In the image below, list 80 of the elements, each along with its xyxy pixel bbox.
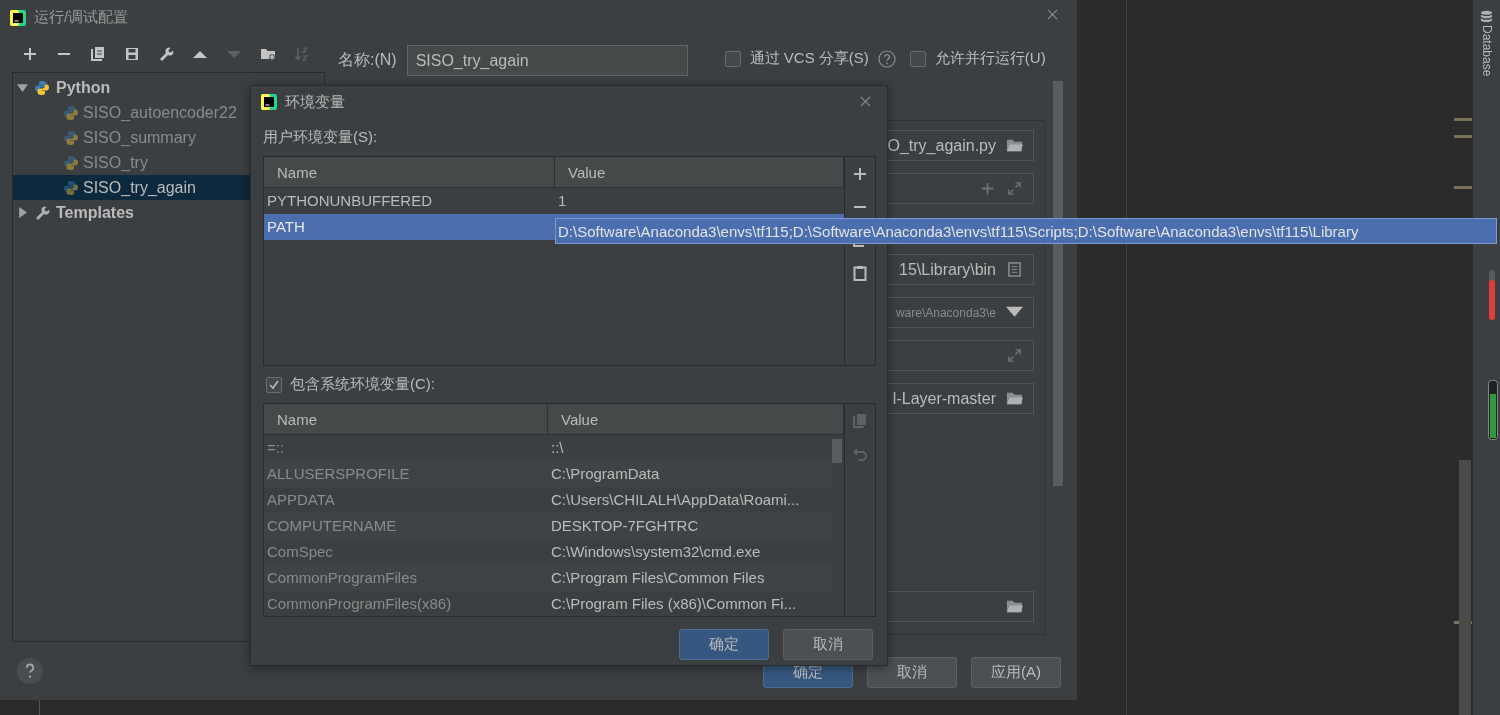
table-cell-text: C:\Program Files\Common Files <box>550 568 766 588</box>
table-cell-text: CommonProgramFiles(x86) <box>266 594 453 614</box>
checkbox-label[interactable]: 包含系统环境变量(C): <box>290 375 435 394</box>
checkbox[interactable] <box>909 50 926 67</box>
error-stripe-mark <box>1454 135 1472 138</box>
app-logo-icon <box>261 94 277 110</box>
table-cell-text: C:\Windows\system32\cmd.exe <box>550 542 762 562</box>
tree-item[interactable]: Templates <box>13 200 251 225</box>
dialog-button[interactable]: 应用(A) <box>971 657 1061 688</box>
option-label[interactable]: 通过 VCS 分享(S) <box>749 49 869 68</box>
scrollbar-thumb[interactable] <box>1459 460 1471 715</box>
app-logo-icon <box>10 9 26 26</box>
error-stripe-mark <box>1454 118 1472 121</box>
table-cell-text: COMPUTERNAME <box>266 516 398 536</box>
python-icon <box>63 129 79 146</box>
wrench-icon[interactable] <box>158 45 174 62</box>
column-header[interactable]: Name <box>264 404 548 434</box>
paste-icon[interactable] <box>852 265 868 281</box>
expand-icon[interactable] <box>1006 348 1023 363</box>
section-label: 用户环境变量(S): <box>263 128 379 147</box>
table-cell-text: C:\Users\CHILALH\AppData\Roami... <box>550 490 801 510</box>
close-icon[interactable] <box>1047 9 1058 20</box>
checkbox[interactable] <box>266 376 282 393</box>
document-icon[interactable] <box>1006 262 1023 277</box>
memory-indicator-drawing <box>1488 380 1498 440</box>
add-icon[interactable] <box>22 45 38 62</box>
ok-button[interactable]: 确定 <box>679 629 769 660</box>
table-cell-text: C:\ProgramData <box>550 464 661 484</box>
checkbox[interactable] <box>724 50 741 67</box>
table-cell-text: ::\ <box>550 438 565 458</box>
expand-arrow-icon[interactable] <box>17 207 28 218</box>
copy-icon[interactable] <box>90 45 106 62</box>
wrench-icon <box>34 204 50 221</box>
cancel-button[interactable]: 取消 <box>783 629 873 660</box>
python-icon <box>63 179 79 196</box>
table-cell-text: PATH <box>266 217 306 237</box>
error-stripe-mark <box>1454 186 1472 189</box>
dropdown-arrow-icon[interactable] <box>1006 305 1023 320</box>
scrollbar-thumb[interactable] <box>832 439 842 463</box>
tree-item[interactable]: SISO_summary <box>13 125 251 150</box>
table-cell-text: ComSpec <box>266 542 334 562</box>
tree-item[interactable]: Python <box>13 75 251 100</box>
window-title: 运行/调试配置 <box>34 8 129 27</box>
table-row[interactable]: PYTHONUNBUFFERED 1 <box>264 188 844 214</box>
value-editor-field[interactable]: D:\Software\Anaconda3\envs\tf115;D:\Software\Anaconda3\envs\tf115\Scripts;D:\Software\Anaconda3\envs\tf115\Library <box>555 218 1497 244</box>
help-icon[interactable] <box>877 49 896 68</box>
dialog-title: 环境变量 <box>285 92 345 112</box>
collapse-arrow-icon[interactable] <box>17 82 28 93</box>
folder-icon[interactable] <box>1006 391 1023 406</box>
close-icon[interactable] <box>860 96 871 107</box>
table-cell-text: 1 <box>557 191 568 211</box>
python-icon <box>34 79 50 96</box>
python-icon <box>63 104 79 121</box>
add-icon[interactable] <box>852 166 868 182</box>
expand-icon[interactable] <box>1006 181 1023 196</box>
folder-icon[interactable] <box>1006 138 1023 153</box>
python-icon <box>63 154 79 171</box>
column-header[interactable]: Value <box>555 157 844 187</box>
name-label: 名称:(N) <box>338 50 397 70</box>
table-cell-text: DESKTOP-7FGHTRC <box>550 516 700 536</box>
dialog-button[interactable]: 取消 <box>867 657 957 688</box>
name-field[interactable]: SISO_try_again <box>406 45 688 76</box>
table-cell-text: =:: <box>266 438 286 458</box>
save-icon[interactable] <box>124 45 140 62</box>
table-cell-text: ALLUSERSPROFILE <box>266 464 411 484</box>
column-header[interactable]: Value <box>548 404 844 434</box>
column-header[interactable]: Name <box>264 157 555 187</box>
table-cell-text: CommonProgramFiles <box>266 568 419 588</box>
database-icon[interactable] <box>1480 10 1493 23</box>
tree-item[interactable]: SISO_try_again <box>13 175 251 200</box>
table-cell-text: PYTHONUNBUFFERED <box>266 191 433 211</box>
tree-item[interactable]: SISO_try <box>13 150 251 175</box>
tool-window-tab[interactable]: Database <box>1479 25 1494 77</box>
table-cell-text: C:\Program Files (x86)\Common Fi... <box>550 594 798 614</box>
tree-item[interactable]: SISO_autoencoder22 <box>13 100 251 125</box>
help-icon[interactable] <box>16 657 44 685</box>
folder-icon[interactable] <box>1006 599 1023 614</box>
option-label[interactable]: 允许并行运行(U) <box>934 49 1046 68</box>
power-indicator-drawing <box>1489 270 1495 320</box>
table-cell-text: APPDATA <box>266 490 336 510</box>
